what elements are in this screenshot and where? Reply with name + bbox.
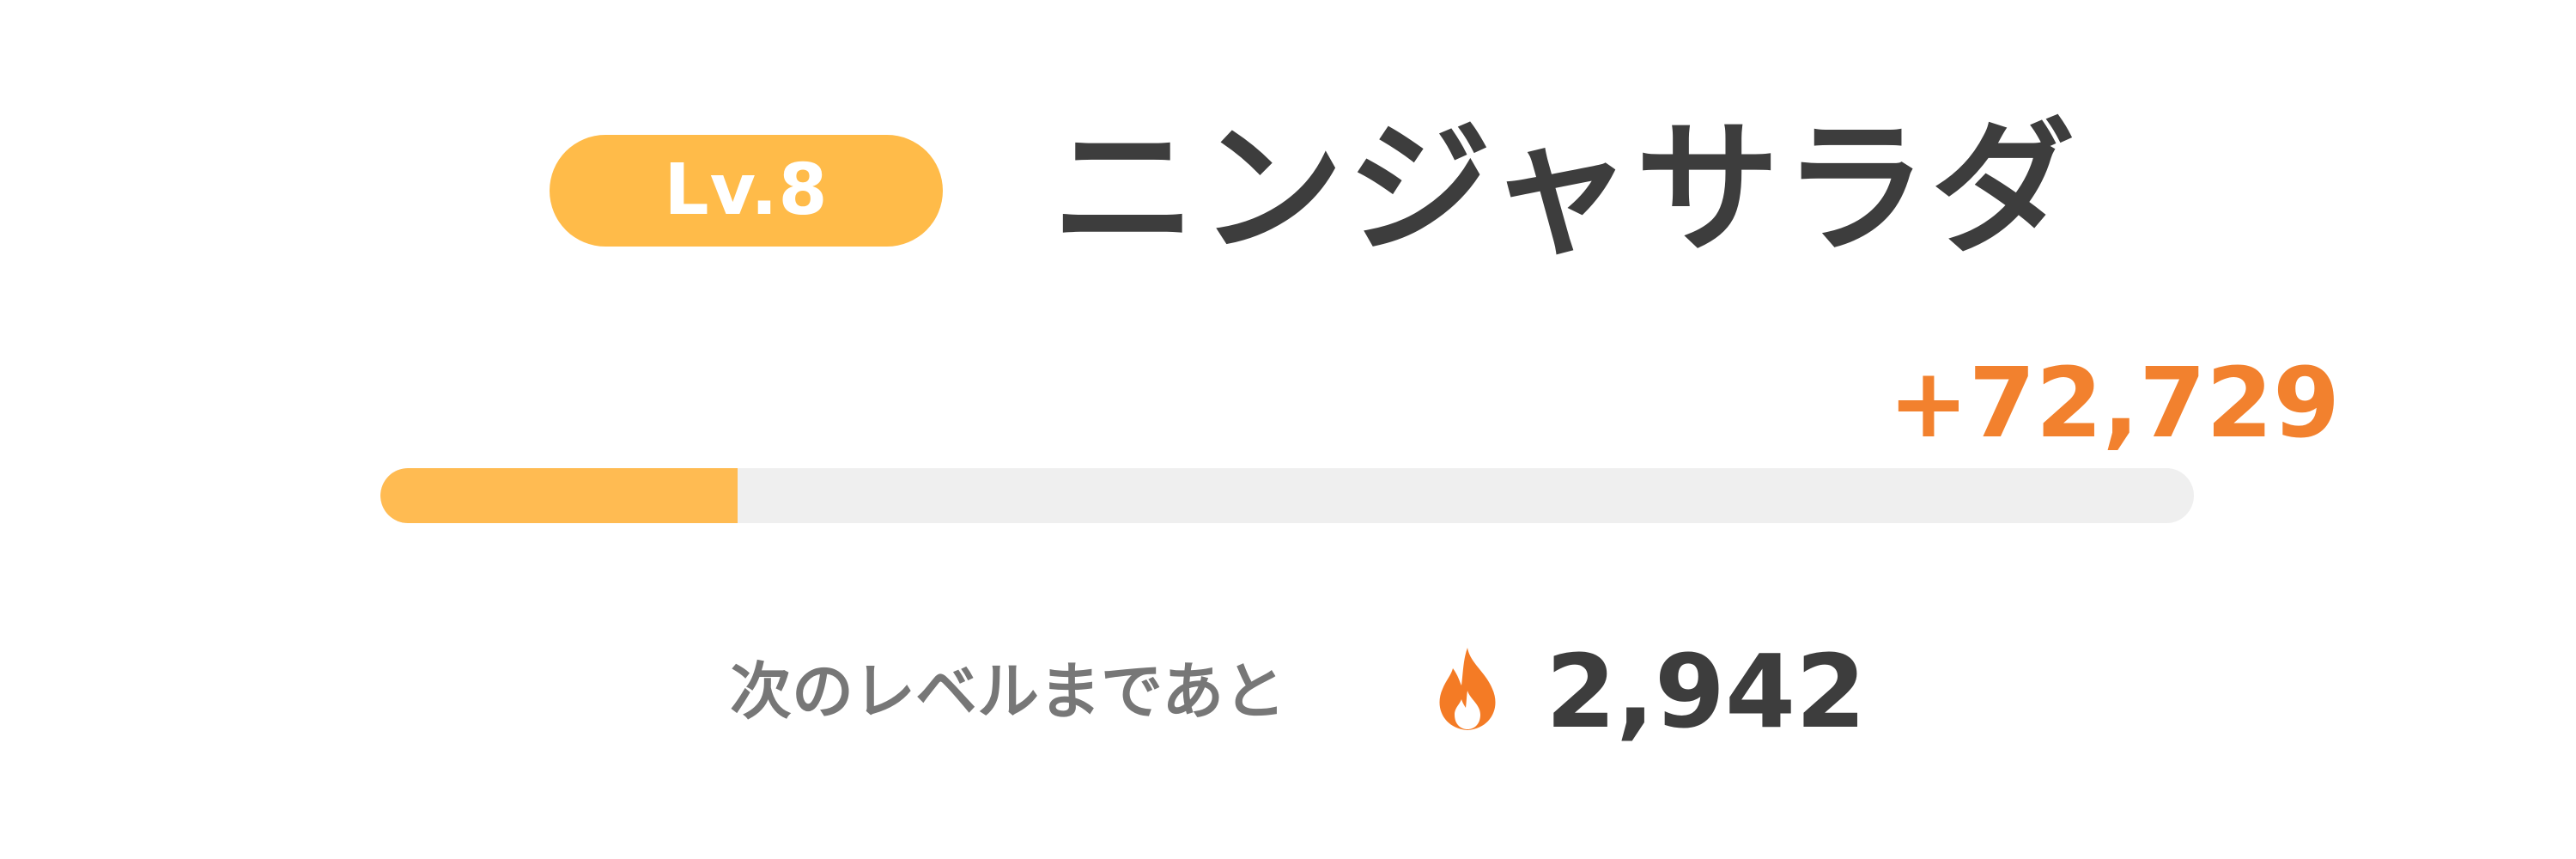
level-progress-fill: [380, 468, 738, 523]
level-badge: Lv.8: [550, 135, 943, 247]
remaining-points: 2,942: [1546, 632, 1867, 751]
recipe-level-panel: Lv.8 ニンジャサラダ +72,729 次のレベルまであと 2,942: [0, 0, 2576, 859]
next-level-label: 次のレベルまであと: [730, 655, 1286, 728]
level-progress-bar: [380, 468, 2194, 523]
dish-name: ニンジャサラダ: [1052, 105, 2079, 273]
flame-icon: [1439, 648, 1496, 730]
level-badge-label: Lv.8: [664, 149, 829, 231]
experience-gain: +72,729: [1887, 348, 2340, 460]
